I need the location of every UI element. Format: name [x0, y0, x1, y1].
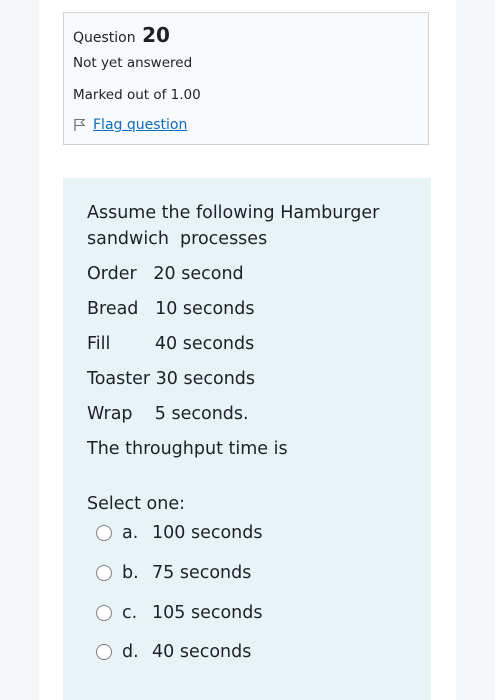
- option-text: 105 seconds: [152, 603, 263, 623]
- answer-option-d[interactable]: d. 40 seconds: [96, 642, 251, 662]
- flag-question-control[interactable]: Flag question: [73, 117, 187, 133]
- answer-status: Not yet answered: [73, 55, 193, 71]
- question-label: Question: [73, 30, 136, 46]
- option-letter: a.: [122, 523, 139, 543]
- option-text: 100 seconds: [152, 523, 263, 543]
- option-letter: c.: [122, 603, 138, 623]
- option-text: 75 seconds: [152, 563, 252, 583]
- marks-info: Marked out of 1.00: [73, 87, 201, 103]
- answer-option-a[interactable]: a. 100 seconds: [96, 523, 263, 543]
- question-text-line: Fill 40 seconds: [87, 334, 255, 354]
- question-info-panel: Question 20 Not yet answered Marked out …: [63, 12, 429, 145]
- option-text: 40 seconds: [152, 642, 252, 662]
- option-letter: d.: [122, 642, 139, 662]
- question-text-line: Bread 10 seconds: [87, 299, 255, 319]
- question-text-line: Assume the following Hamburger: [87, 203, 380, 223]
- question-text-line: Order 20 second: [87, 264, 244, 284]
- radio-button[interactable]: [96, 605, 112, 621]
- answer-option-b[interactable]: b. 75 seconds: [96, 563, 251, 583]
- question-number: 20: [142, 23, 170, 47]
- question-text-line: The throughput time is: [87, 439, 288, 459]
- question-text-line: Wrap 5 seconds.: [87, 404, 249, 424]
- answer-option-c[interactable]: c. 105 seconds: [96, 603, 263, 623]
- question-text-line: sandwich processes: [87, 229, 268, 249]
- flag-icon[interactable]: [73, 118, 87, 132]
- flag-question-link[interactable]: Flag question: [93, 117, 187, 133]
- radio-button[interactable]: [96, 525, 112, 541]
- question-text-line: Toaster 30 seconds: [87, 369, 256, 389]
- radio-button[interactable]: [96, 644, 112, 660]
- question-content: Assume the following Hamburger sandwich …: [63, 178, 431, 700]
- question-heading: Question 20: [73, 23, 170, 47]
- radio-button[interactable]: [96, 565, 112, 581]
- option-letter: b.: [122, 563, 139, 583]
- select-one-prompt: Select one:: [87, 494, 186, 514]
